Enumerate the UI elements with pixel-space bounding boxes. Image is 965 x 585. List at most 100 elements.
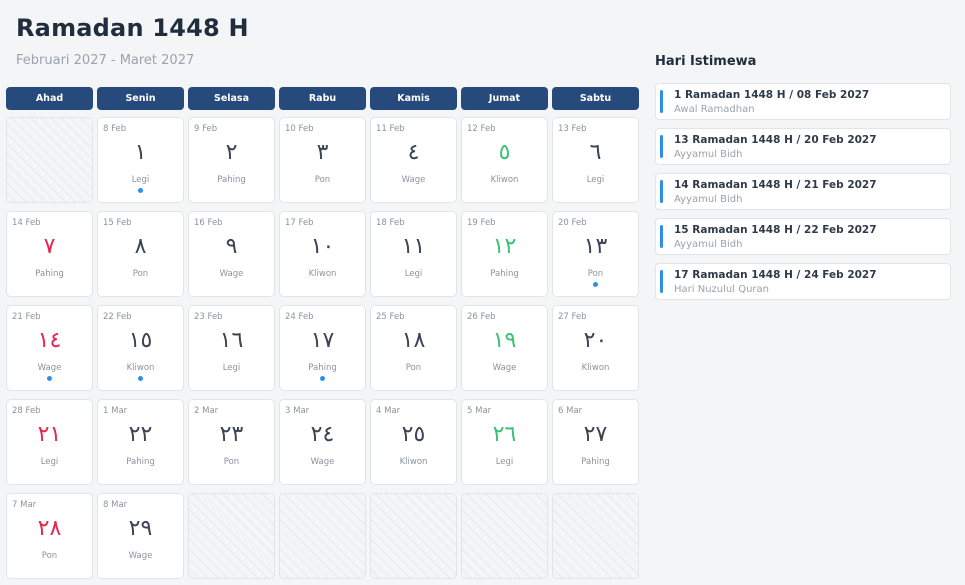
hijri-day-number: ٨ (134, 234, 147, 259)
pasaran-label: Kliwon (490, 175, 519, 185)
day-cell[interactable]: 19 Feb ١٢ Pahing (461, 211, 548, 297)
weekday-header-selasa: Selasa (188, 87, 275, 110)
day-cell[interactable]: 13 Feb ٦ Legi (552, 117, 639, 203)
special-day-item[interactable]: 15 Ramadan 1448 H / 22 Feb 2027 Ayyamul B… (655, 218, 951, 255)
hijri-day-number: ٢٠ (583, 328, 608, 353)
special-days-title: Hari Istimewa (655, 54, 757, 69)
weekday-header-ahad: Ahad (6, 87, 93, 110)
day-cell[interactable]: 12 Feb ٥ Kliwon (461, 117, 548, 203)
special-day-item[interactable]: 17 Ramadan 1448 H / 24 Feb 2027 Hari Nuzu… (655, 263, 951, 300)
special-day-name: Ayyamul Bidh (674, 149, 743, 160)
day-cell[interactable]: 6 Mar ٢٧ Pahing (552, 399, 639, 485)
day-cell[interactable]: 22 Feb ١٥ Kliwon (97, 305, 184, 391)
gregorian-date: 8 Mar (103, 500, 128, 510)
special-day-name: Hari Nuzulul Quran (674, 284, 769, 295)
weekday-header-row: Ahad Senin Selasa Rabu Kamis Jumat Sabtu (6, 87, 639, 110)
pasaran-label: Kliwon (126, 363, 155, 373)
hijri-day-number: ٧ (43, 234, 56, 259)
day-cell[interactable]: 2 Mar ٢٣ Pon (188, 399, 275, 485)
calendar-grid: 8 Feb ١ Legi 9 Feb ٢ Pahing 10 Feb ٣ Pon 11 Feb ٤ W… (6, 117, 639, 579)
day-cell[interactable]: 24 Feb ١٧ Pahing (279, 305, 366, 391)
day-cell[interactable]: 28 Feb ٢١ Legi (6, 399, 93, 485)
pasaran-label: Legi (495, 457, 514, 467)
day-cell[interactable]: 23 Feb ١٦ Legi (188, 305, 275, 391)
special-day-date: 17 Ramadan 1448 H / 24 Feb 2027 (674, 269, 877, 281)
gregorian-date: 15 Feb (103, 218, 132, 228)
gregorian-date: 14 Feb (12, 218, 41, 228)
hijri-day-number: ٤ (407, 140, 420, 165)
special-day-name: Ayyamul Bidh (674, 239, 743, 250)
pasaran-label: Pahing (490, 269, 519, 279)
day-cell[interactable]: 1 Mar ٢٢ Pahing (97, 399, 184, 485)
gregorian-date: 2 Mar (194, 406, 219, 416)
accent-bar (660, 135, 663, 158)
pasaran-label: Pon (132, 269, 149, 279)
hijri-day-number: ٢٤ (310, 422, 335, 447)
gregorian-date: 24 Feb (285, 312, 314, 322)
weekday-header-senin: Senin (97, 87, 184, 110)
hijri-day-number: ٦ (589, 140, 602, 165)
empty-day-cell (552, 493, 639, 579)
day-cell[interactable]: 8 Mar ٢٩ Wage (97, 493, 184, 579)
day-cell[interactable]: 16 Feb ٩ Wage (188, 211, 275, 297)
page-title: Ramadan 1448 H (16, 14, 249, 42)
pasaran-label: Legi (40, 457, 59, 467)
event-dot-icon (138, 376, 143, 381)
special-days-list: 1 Ramadan 1448 H / 08 Feb 2027 Awal Ramad… (655, 83, 951, 308)
hijri-day-number: ٢١ (37, 422, 62, 447)
pasaran-label: Legi (404, 269, 423, 279)
pasaran-label: Legi (222, 363, 241, 373)
special-day-date: 15 Ramadan 1448 H / 22 Feb 2027 (674, 224, 877, 236)
empty-day-cell (461, 493, 548, 579)
hijri-day-number: ٢٥ (401, 422, 426, 447)
gregorian-date: 21 Feb (12, 312, 41, 322)
gregorian-date: 11 Feb (376, 124, 405, 134)
day-cell[interactable]: 21 Feb ١٤ Wage (6, 305, 93, 391)
pasaran-label: Pahing (35, 269, 64, 279)
gregorian-date: 20 Feb (558, 218, 587, 228)
event-dot-icon (138, 188, 143, 193)
weekday-header-sabtu: Sabtu (552, 87, 639, 110)
day-cell[interactable]: 25 Feb ١٨ Pon (370, 305, 457, 391)
special-day-date: 13 Ramadan 1448 H / 20 Feb 2027 (674, 134, 877, 146)
pasaran-label: Pon (223, 457, 240, 467)
day-cell[interactable]: 9 Feb ٢ Pahing (188, 117, 275, 203)
day-cell[interactable]: 3 Mar ٢٤ Wage (279, 399, 366, 485)
day-cell[interactable]: 20 Feb ١٣ Pon (552, 211, 639, 297)
day-cell[interactable]: 18 Feb ١١ Legi (370, 211, 457, 297)
pasaran-label: Wage (219, 269, 244, 279)
weekday-header-kamis: Kamis (370, 87, 457, 110)
day-cell[interactable]: 7 Mar ٢٨ Pon (6, 493, 93, 579)
special-day-item[interactable]: 13 Ramadan 1448 H / 20 Feb 2027 Ayyamul B… (655, 128, 951, 165)
gregorian-date: 9 Feb (194, 124, 218, 134)
day-cell[interactable]: 15 Feb ٨ Pon (97, 211, 184, 297)
day-cell[interactable]: 11 Feb ٤ Wage (370, 117, 457, 203)
hijri-day-number: ٢٣ (219, 422, 244, 447)
special-day-item[interactable]: 14 Ramadan 1448 H / 21 Feb 2027 Ayyamul B… (655, 173, 951, 210)
special-day-date: 14 Ramadan 1448 H / 21 Feb 2027 (674, 179, 877, 191)
day-cell[interactable]: 5 Mar ٢٦ Legi (461, 399, 548, 485)
day-cell[interactable]: 27 Feb ٢٠ Kliwon (552, 305, 639, 391)
hijri-day-number: ١ (134, 140, 147, 165)
day-cell[interactable]: 8 Feb ١ Legi (97, 117, 184, 203)
weekday-header-rabu: Rabu (279, 87, 366, 110)
day-cell[interactable]: 10 Feb ٣ Pon (279, 117, 366, 203)
special-day-name: Ayyamul Bidh (674, 194, 743, 205)
gregorian-date: 1 Mar (103, 406, 128, 416)
gregorian-date: 5 Mar (467, 406, 492, 416)
special-day-item[interactable]: 1 Ramadan 1448 H / 08 Feb 2027 Awal Ramad… (655, 83, 951, 120)
day-cell[interactable]: 4 Mar ٢٥ Kliwon (370, 399, 457, 485)
gregorian-date: 16 Feb (194, 218, 223, 228)
gregorian-date: 6 Mar (558, 406, 583, 416)
accent-bar (660, 225, 663, 248)
gregorian-date: 13 Feb (558, 124, 587, 134)
pasaran-label: Pahing (581, 457, 610, 467)
day-cell[interactable]: 17 Feb ١٠ Kliwon (279, 211, 366, 297)
day-cell[interactable]: 26 Feb ١٩ Wage (461, 305, 548, 391)
hijri-day-number: ٢٧ (583, 422, 608, 447)
gregorian-date: 26 Feb (467, 312, 496, 322)
gregorian-date: 22 Feb (103, 312, 132, 322)
special-day-date: 1 Ramadan 1448 H / 08 Feb 2027 (674, 89, 870, 101)
day-cell[interactable]: 14 Feb ٧ Pahing (6, 211, 93, 297)
gregorian-date: 4 Mar (376, 406, 401, 416)
